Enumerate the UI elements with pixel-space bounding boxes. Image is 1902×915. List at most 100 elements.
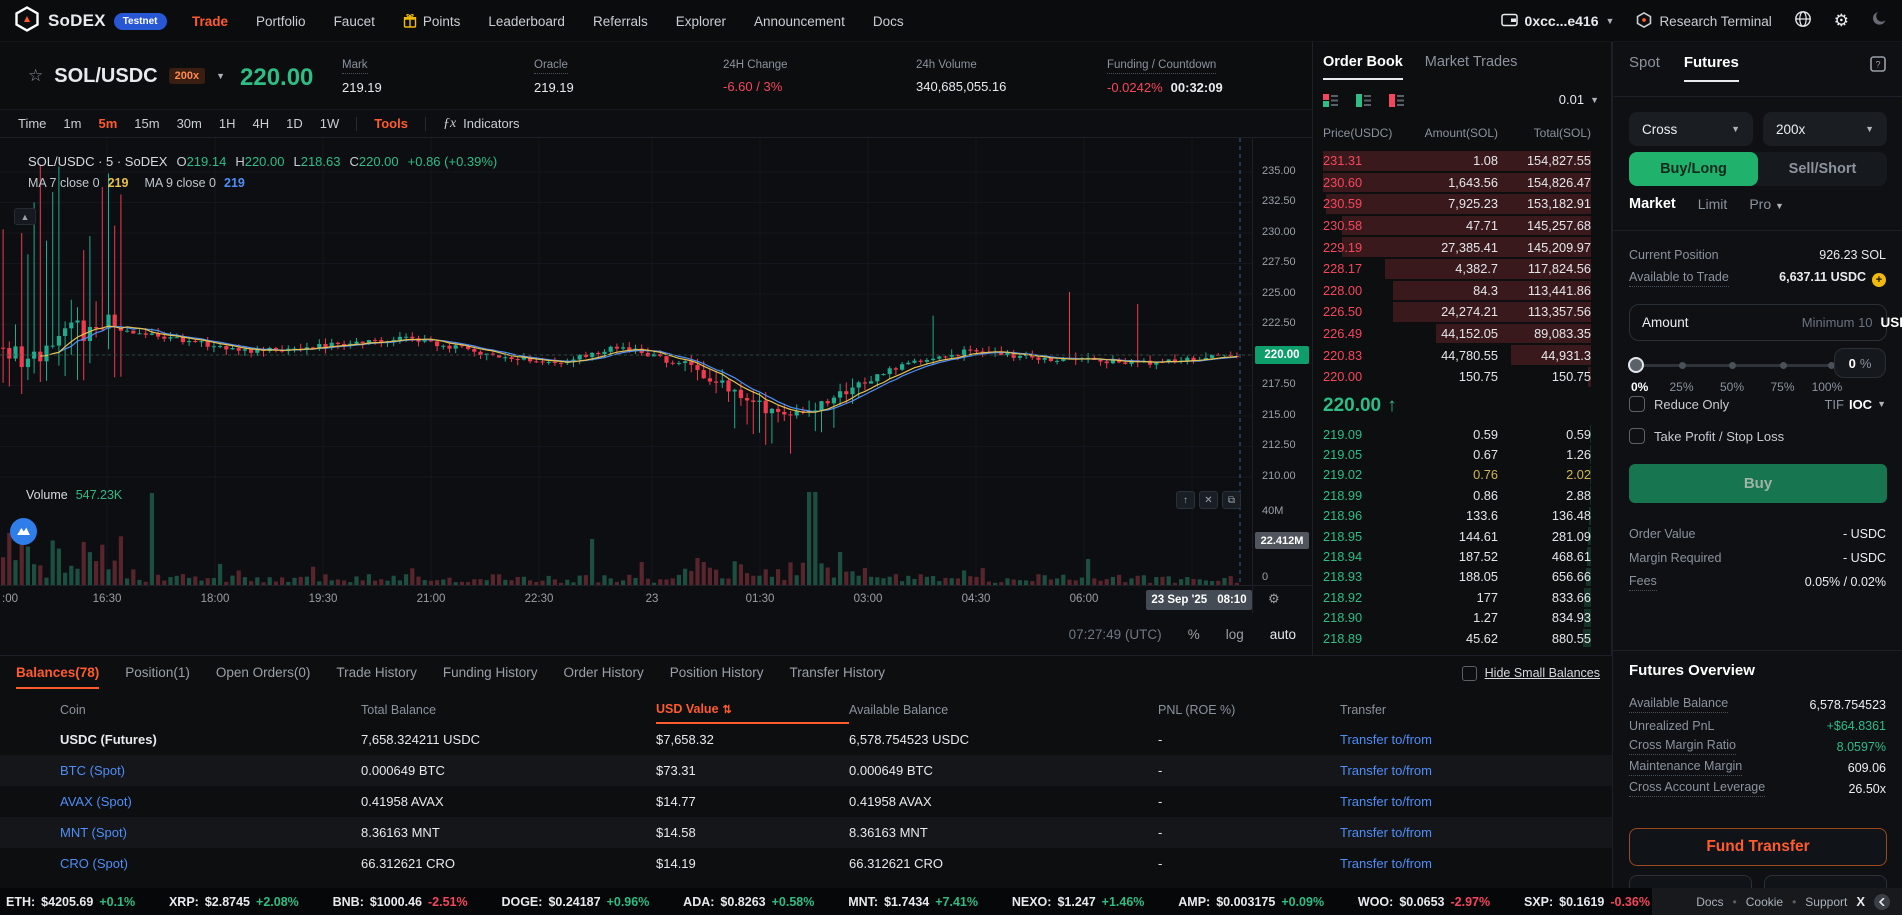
chart-region[interactable]: SOL/USDC · 5 · SoDEX O219.14H220.00L218.… bbox=[0, 138, 1312, 655]
interval-button[interactable]: 1D bbox=[286, 116, 303, 131]
wallet-chip[interactable]: 0xcc...e416 ▼ bbox=[1501, 13, 1615, 30]
ticker-item[interactable]: NEXO: $1.247 +1.46% bbox=[1012, 895, 1145, 909]
leverage-select[interactable]: 200x▼ bbox=[1763, 112, 1887, 146]
bid-row[interactable]: 219.05 0.67 1.26 bbox=[1313, 444, 1601, 464]
ask-row[interactable]: 230.59 7,925.23 153,182.91 bbox=[1313, 193, 1601, 215]
bid-row[interactable]: 218.89 45.62 880.55 bbox=[1313, 628, 1601, 648]
ask-row[interactable]: 228.17 4,382.7 117,824.56 bbox=[1313, 258, 1601, 280]
ask-row[interactable]: 226.49 44,152.05 89,083.35 bbox=[1313, 323, 1601, 345]
hide-small-checkbox[interactable] bbox=[1462, 666, 1477, 681]
legend-collapse-button[interactable]: ▲ bbox=[14, 208, 36, 225]
nav-item[interactable]: Leaderboard bbox=[488, 14, 565, 29]
pane-maximize-button[interactable]: ⧉ bbox=[1222, 491, 1241, 509]
market-type-tab[interactable]: Futures bbox=[1684, 54, 1739, 82]
indicators-button[interactable]: ƒx Indicators bbox=[443, 116, 520, 132]
bid-row[interactable]: 218.90 1.27 834.93 bbox=[1313, 608, 1601, 628]
bid-row[interactable]: 218.94 187.52 468.61 bbox=[1313, 546, 1601, 566]
price-axis[interactable]: 235.00 232.50 230.00 227.50 225.00 222.5… bbox=[1252, 138, 1312, 613]
chart-clock[interactable]: 07:27:49 (UTC) bbox=[1069, 627, 1162, 642]
market-type-tab[interactable]: Spot bbox=[1629, 54, 1660, 82]
ask-row[interactable]: 231.31 1.08 154,827.55 bbox=[1313, 150, 1601, 172]
buy-button[interactable]: Buy bbox=[1629, 464, 1887, 503]
nav-item[interactable]: Referrals bbox=[593, 14, 648, 29]
table-row[interactable]: USDC (Futures) 7,658.324211 USDC $7,658.… bbox=[0, 724, 1612, 755]
support-link[interactable]: Support bbox=[1805, 895, 1847, 909]
table-row[interactable]: CRO (Spot) 66.312621 CRO $14.19 66.31262… bbox=[0, 848, 1612, 879]
interval-button[interactable]: 5m bbox=[98, 116, 117, 131]
bottom-tab[interactable]: Open Orders(0) bbox=[216, 656, 311, 689]
interval-button[interactable]: 30m bbox=[177, 116, 202, 131]
docs-link[interactable]: Docs bbox=[1696, 895, 1723, 909]
bottom-tab[interactable]: Trade History bbox=[336, 656, 417, 689]
ticker-item[interactable]: AMP: $0.003175 +0.09% bbox=[1178, 895, 1324, 909]
amount-field[interactable]: Amount USDC ▼ bbox=[1629, 304, 1887, 341]
pane-move-up-button[interactable]: ↑ bbox=[1176, 491, 1195, 509]
bid-row[interactable]: 219.09 0.59 0.59 bbox=[1313, 424, 1601, 444]
table-row[interactable]: MNT (Spot) 8.36163 MNT $14.58 8.36163 MN… bbox=[0, 817, 1612, 848]
transfer-link[interactable]: Transfer to/from bbox=[1340, 763, 1612, 778]
guide-icon[interactable]: ? bbox=[1870, 56, 1886, 77]
interval-button[interactable]: 1m bbox=[63, 116, 81, 131]
cookie-link[interactable]: Cookie bbox=[1746, 895, 1783, 909]
sell-short-toggle[interactable]: Sell/Short bbox=[1758, 152, 1887, 186]
ticker-item[interactable]: BNB: $1000.46 -2.51% bbox=[333, 895, 468, 909]
ask-row[interactable]: 230.58 47.71 145,257.68 bbox=[1313, 215, 1601, 237]
pane-close-button[interactable]: ✕ bbox=[1199, 491, 1218, 509]
ticker-item[interactable]: MNT: $1.7434 +7.41% bbox=[848, 895, 978, 909]
book-layout-bids-icon[interactable] bbox=[1356, 94, 1371, 112]
bottom-tab[interactable]: Position(1) bbox=[125, 656, 190, 689]
ask-row[interactable]: 220.00 150.75 150.75 bbox=[1313, 366, 1601, 388]
book-layout-asks-icon[interactable] bbox=[1389, 94, 1404, 112]
ask-row[interactable]: 229.19 27,385.41 145,209.97 bbox=[1313, 236, 1601, 258]
buy-long-toggle[interactable]: Buy/Long bbox=[1629, 152, 1758, 186]
candlestick-chart[interactable] bbox=[0, 138, 1252, 585]
mid-price[interactable]: 220.00 ↑ bbox=[1323, 390, 1397, 422]
percent-scale-button[interactable]: % bbox=[1188, 627, 1200, 642]
tif-select[interactable]: TIF IOC ▼ bbox=[1824, 397, 1886, 412]
bid-row[interactable]: 218.93 188.05 656.66 bbox=[1313, 567, 1601, 587]
ask-row[interactable]: 230.60 1,643.56 154,826.47 bbox=[1313, 172, 1601, 194]
amount-currency[interactable]: USDC bbox=[1881, 315, 1902, 330]
nav-item[interactable]: Announcement bbox=[754, 14, 845, 29]
ticker-item[interactable]: XRP: $2.8745 +2.08% bbox=[169, 895, 299, 909]
tab-pro[interactable]: Pro ▼ bbox=[1749, 196, 1784, 212]
nav-item[interactable]: Explorer bbox=[676, 14, 726, 29]
language-globe-icon[interactable] bbox=[1794, 10, 1812, 33]
transfer-link[interactable]: Transfer to/from bbox=[1340, 732, 1612, 747]
interval-button[interactable]: 4H bbox=[252, 116, 269, 131]
tab-limit[interactable]: Limit bbox=[1698, 196, 1728, 212]
bid-row[interactable]: 218.96 133.6 136.48 bbox=[1313, 506, 1601, 526]
chart-watermark-logo[interactable] bbox=[10, 518, 37, 545]
settings-gear-icon[interactable]: ⚙ bbox=[1834, 11, 1849, 31]
bid-row[interactable]: 218.95 144.61 281.09 bbox=[1313, 526, 1601, 546]
tick-size-select[interactable]: 0.01 ▼ bbox=[1559, 92, 1599, 107]
bottom-tab[interactable]: Funding History bbox=[443, 656, 538, 689]
theme-moon-icon[interactable] bbox=[1871, 10, 1888, 32]
tools-button[interactable]: Tools bbox=[374, 116, 408, 131]
bid-row[interactable]: 219.02 0.76 2.02 bbox=[1313, 465, 1601, 485]
tpsl-checkbox[interactable] bbox=[1629, 428, 1645, 444]
bottom-tab[interactable]: Transfer History bbox=[790, 656, 886, 689]
bottom-tab[interactable]: Order History bbox=[563, 656, 643, 689]
margin-mode-select[interactable]: Cross▼ bbox=[1629, 112, 1753, 146]
interval-button[interactable]: Time bbox=[18, 116, 46, 131]
orderbook-tab[interactable]: Market Trades bbox=[1425, 54, 1518, 80]
bid-row[interactable]: 218.92 177 833.66 bbox=[1313, 587, 1601, 607]
auto-scale-button[interactable]: auto bbox=[1270, 627, 1296, 642]
nav-item[interactable]: Portfolio bbox=[256, 14, 306, 29]
size-slider[interactable]: 0% 25% 50% 75% 100% bbox=[1631, 354, 1833, 394]
amount-input[interactable] bbox=[1697, 315, 1873, 330]
fund-transfer-button[interactable]: Fund Transfer bbox=[1629, 828, 1887, 866]
bid-row[interactable]: 218.99 0.86 2.88 bbox=[1313, 485, 1601, 505]
transfer-link[interactable]: Transfer to/from bbox=[1340, 794, 1612, 809]
interval-button[interactable]: 1W bbox=[320, 116, 340, 131]
percent-value-box[interactable]: 0% bbox=[1834, 348, 1886, 378]
usd-value-sort-header[interactable]: USD Value⇅ bbox=[656, 696, 849, 724]
nav-item[interactable]: Trade bbox=[192, 14, 228, 29]
interval-button[interactable]: 1H bbox=[219, 116, 236, 131]
bottom-tab[interactable]: Balances(78) bbox=[16, 656, 99, 689]
tab-market[interactable]: Market bbox=[1629, 196, 1676, 212]
ticker-item[interactable]: WOO: $0.0653 -2.97% bbox=[1358, 895, 1490, 909]
bottom-tab[interactable]: Position History bbox=[670, 656, 764, 689]
research-terminal-link[interactable]: Research Terminal bbox=[1636, 12, 1771, 31]
